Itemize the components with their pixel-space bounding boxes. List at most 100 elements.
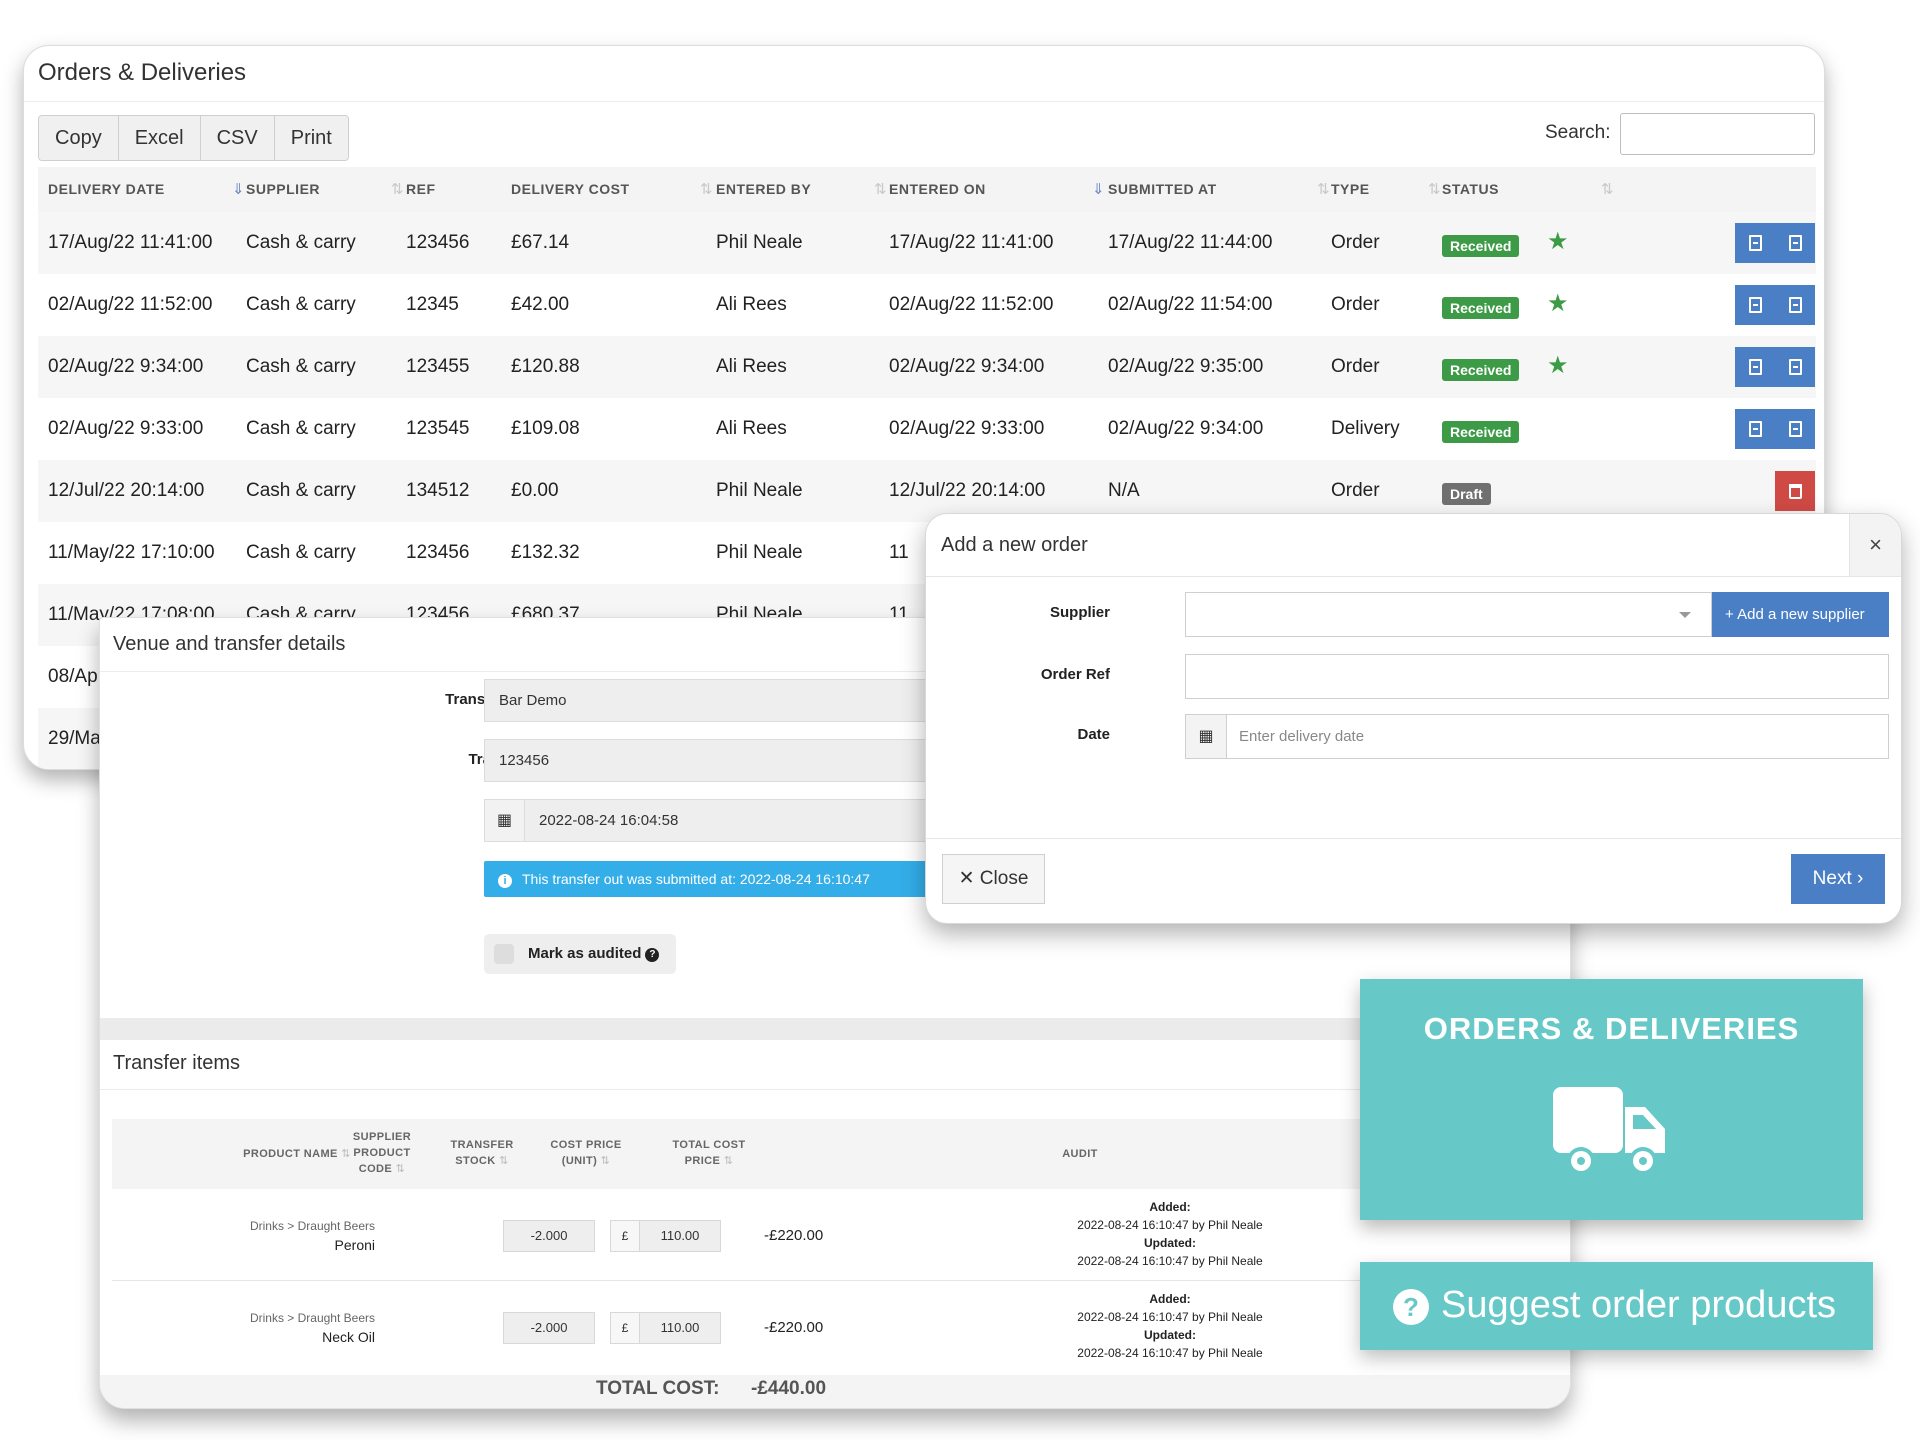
col-submitted-at[interactable]: SUBMITTED AT [1108,167,1217,212]
cell-delivery-date: 02/Aug/22 11:52:00 [48,294,213,315]
order-ref-input[interactable] [1185,654,1889,699]
col-type[interactable]: TYPE [1331,167,1370,212]
cell-entered-by: Phil Neale [716,542,803,563]
col-entered-by[interactable]: ENTERED BY [716,167,811,212]
close-icon[interactable]: × [1849,514,1901,576]
supplier-label: Supplier [1049,604,1110,621]
cell-submitted-at: 02/Aug/22 9:35:00 [1108,356,1264,377]
col-entered-on[interactable]: ENTERED ON [889,167,986,212]
col-delivery-date[interactable]: DELIVERY DATE [48,167,165,212]
suggest-order-products-button[interactable]: ? Suggest order products [1360,1262,1873,1350]
transfer-stock-input[interactable]: -2.000 [503,1312,595,1344]
section-separator [100,1018,1570,1040]
total-bar [100,1375,1570,1408]
sort-desc-icon[interactable]: ⇓ [1092,167,1105,212]
cell-cost: £0.00 [511,480,559,501]
help-icon[interactable]: ? [645,948,660,962]
pdf-button[interactable] [1735,347,1775,387]
sort-icon[interactable]: ⇅ [874,167,887,212]
sort-icon[interactable]: ⇅ [1428,167,1441,212]
cell-entered-by: Phil Neale [716,232,803,253]
cell-entered-by: Phil Neale [716,480,803,501]
excel-button[interactable]: Excel [118,116,201,160]
cell-ref: 134512 [406,480,470,501]
cell-delivery-date: 17/Aug/22 11:41:00 [48,232,213,253]
cell-cost: £67.14 [511,232,570,253]
document-button[interactable] [1775,409,1815,449]
table-row[interactable]: 02/Aug/22 9:33:00 Cash & carry 123545 £1… [38,398,1816,460]
close-button[interactable]: ✕ Close [942,854,1045,904]
next-button[interactable]: Next › [1791,854,1885,904]
col-ref[interactable]: REF [406,167,436,212]
col-total-cost[interactable]: TOTAL COST PRICE ⇅ [649,1137,769,1169]
sort-icon[interactable]: ⇅ [1601,167,1614,212]
document-icon [1788,235,1802,251]
status-badge: Received [1442,359,1520,381]
total-cost-value: -£220.00 [764,1227,824,1244]
col-transfer-stock[interactable]: TRANSFER STOCK ⇅ [432,1137,532,1169]
sort-icon[interactable]: ⇅ [700,167,713,212]
orders-table-header: DELIVERY DATE ⇓ SUPPLIER ⇅ REF DELIVERY … [38,167,1816,212]
col-delivery-cost[interactable]: DELIVERY COST [511,167,630,212]
cell-delivery-date: 02/Aug/22 9:34:00 [48,356,204,377]
cell-ref: 12345 [406,294,459,315]
document-icon [1788,359,1802,375]
delete-button[interactable] [1775,471,1815,511]
cell-ref: 123456 [406,542,470,563]
audit-info: Added: 2022-08-24 16:10:47 by Phil Neale U… [1077,1200,1263,1268]
cell-delivery-date: 29/Ma [48,728,101,749]
sort-icon[interactable]: ⇅ [391,167,404,212]
date-label: Date [1077,726,1110,743]
transfer-stock-input[interactable]: -2.000 [503,1220,595,1252]
col-supplier-code[interactable]: SUPPLIER PRODUCT CODE ⇅ [332,1129,432,1177]
col-status[interactable]: STATUS [1442,167,1499,212]
date-placeholder: Enter delivery date [1239,728,1365,745]
calendar-icon[interactable]: ▦ [484,799,525,842]
pdf-button[interactable] [1735,409,1775,449]
audited-checkbox[interactable] [494,944,514,964]
print-button[interactable]: Print [274,116,348,160]
add-supplier-button[interactable]: + Add a new supplier [1712,592,1889,637]
status-badge: Received [1442,421,1520,443]
cost-price-input[interactable]: 110.00 [639,1312,721,1344]
cell-entered-on: 02/Aug/22 9:33:00 [889,418,1045,439]
cell-delivery-date: 08/Ap [48,666,98,687]
product-category: Drinks > Draught Beers [249,1311,375,1325]
orders-title: Orders & Deliveries [38,59,247,86]
modal-header-divider [926,576,1901,577]
document-button[interactable] [1775,223,1815,263]
calendar-icon[interactable]: ▦ [1185,714,1227,759]
cell-cost: £42.00 [511,294,570,315]
suggest-label: Suggest order products [1441,1284,1837,1326]
table-row[interactable]: 17/Aug/22 11:41:00 Cash & carry 123456 £… [38,212,1816,274]
pdf-icon [1748,421,1762,437]
table-row[interactable]: 02/Aug/22 11:52:00 Cash & carry 12345 £4… [38,274,1816,336]
product-name: Neck Oil [322,1329,375,1345]
pdf-button[interactable] [1735,223,1775,263]
copy-button[interactable]: Copy [39,116,119,160]
sort-desc-icon[interactable]: ⇓ [232,167,245,212]
document-button[interactable] [1775,347,1815,387]
delivery-date-input[interactable]: Enter delivery date [1226,714,1889,759]
chevron-down-icon [1679,612,1691,618]
col-supplier[interactable]: SUPPLIER [246,167,320,212]
cost-price-input[interactable]: 110.00 [639,1220,721,1252]
search-input[interactable] [1620,113,1815,155]
transfer-items-title: Transfer items [113,1052,241,1074]
sort-icon[interactable]: ⇅ [1317,167,1330,212]
items-table-header: PRODUCT NAME ⇅ SUPPLIER PRODUCT CODE ⇅ TRA… [112,1119,1570,1189]
title-divider [24,101,1824,102]
table-row[interactable]: 02/Aug/22 9:34:00 Cash & carry 123455 £1… [38,336,1816,398]
modal-title: Add a new order [941,534,1088,556]
pdf-button[interactable] [1735,285,1775,325]
cell-ref: 123456 [406,232,470,253]
csv-button[interactable]: CSV [200,116,275,160]
supplier-select[interactable] [1185,592,1712,637]
pdf-icon [1748,359,1762,375]
col-cost-price[interactable]: COST PRICE (UNIT) ⇅ [526,1137,646,1169]
mark-audited-toggle[interactable]: Mark as audited? [484,934,676,974]
cell-type: Order [1331,294,1380,315]
document-button[interactable] [1775,285,1815,325]
add-order-modal: Add a new order × Supplier + Add a new s… [925,513,1902,924]
trash-icon [1788,483,1802,499]
